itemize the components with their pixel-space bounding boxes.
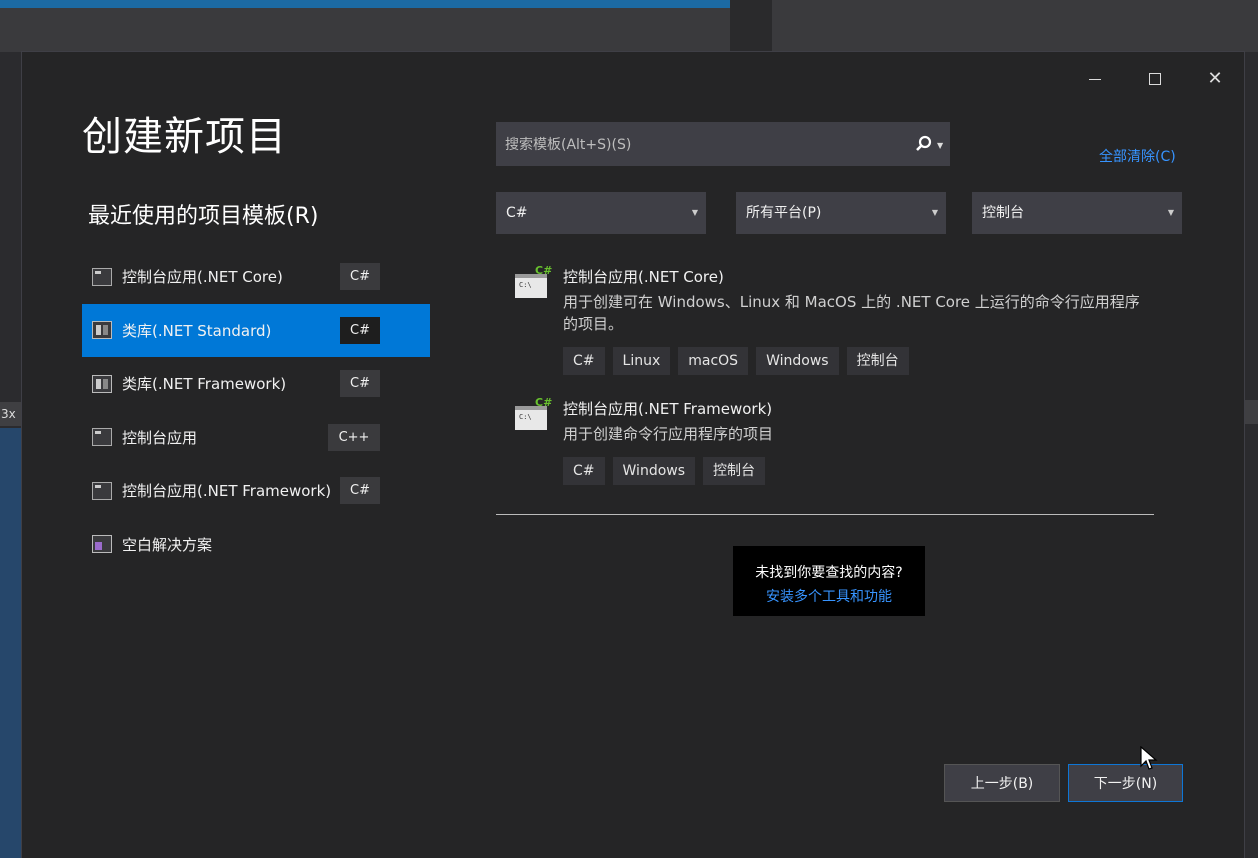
next-button[interactable]: 下一步(N) [1068,764,1183,802]
ide-background-top [0,0,730,52]
chevron-down-icon[interactable]: ▼ [937,141,943,150]
maximize-icon[interactable] [1140,64,1170,94]
console-app-icon [92,267,112,286]
template-tags: C# Windows 控制台 [563,457,766,485]
recent-item-label: 控制台应用(.NET Framework) [122,482,332,501]
ide-title-accent [0,0,730,8]
template-item-console-netframework[interactable]: C# 控制台应用(.NET Framework) 用于创建命令行应用程序的项目 … [512,396,1172,493]
ide-background-top-right [772,0,1258,52]
template-name: 控制台应用(.NET Core) [563,268,724,286]
platform-filter-value: 所有平台(P) [746,205,822,221]
class-library-icon [92,374,112,393]
console-app-icon: C# [515,396,552,430]
recent-item-classlib-netstandard[interactable]: 类库(.NET Standard) C# [82,303,430,357]
ide-background-right-tab [1244,400,1258,424]
language-filter-dropdown[interactable]: C# ▼ [496,192,706,234]
ide-background-right [1244,52,1258,858]
recent-item-label: 控制台应用(.NET Core) [122,268,283,287]
tag-badge: macOS [678,347,749,375]
language-filter-value: C# [506,205,528,221]
tag-badge: Windows [612,457,696,485]
language-badge: C# [340,263,380,291]
install-tools-link[interactable]: 安装多个工具和功能 [733,586,925,606]
not-found-question: 未找到你要查找的内容? [755,565,903,581]
language-badge: C# [340,316,380,344]
search-input[interactable] [503,123,907,167]
tag-badge: 控制台 [703,457,766,485]
recent-item-label: 空白解决方案 [122,535,213,554]
solution-icon [92,535,112,554]
tag-badge: Linux [612,347,671,375]
project-type-filter-dropdown[interactable]: 控制台 ▼ [972,192,1182,234]
close-icon[interactable]: ✕ [1200,64,1230,94]
recent-item-label: 控制台应用 [122,428,198,447]
language-badge: C# [340,477,380,505]
page-title: 创建新项目 [82,114,287,160]
template-name: 控制台应用(.NET Framework) [563,400,773,418]
recent-item-blank-solution[interactable]: 空白解决方案 [82,518,430,572]
template-description: 用于创建命令行应用程序的项目 [563,425,774,443]
console-app-icon [92,481,112,500]
recent-item-label: 类库(.NET Framework) [122,375,287,394]
chevron-down-icon: ▼ [931,208,938,217]
language-badge: C# [340,370,380,398]
tag-badge: Windows [756,347,839,375]
search-box: ▼ [496,122,950,167]
chevron-down-icon: ▼ [1167,208,1174,217]
language-badge: C++ [328,423,380,451]
tag-badge: 控制台 [846,347,909,375]
chevron-down-icon: ▼ [691,208,698,217]
back-button[interactable]: 上一步(B) [944,764,1060,802]
recent-templates-list: 控制台应用(.NET Core) C# 类库(.NET Standard) C#… [82,250,430,571]
divider [496,514,1154,515]
mouse-cursor-icon [1140,746,1158,770]
ide-background-tab: 3x [0,402,22,426]
platform-filter-dropdown[interactable]: 所有平台(P) ▼ [736,192,946,234]
not-found-panel: 未找到你要查找的内容? 安装多个工具和功能 [733,546,925,616]
console-app-icon [92,428,112,447]
class-library-icon [92,321,112,340]
recent-item-classlib-netframework[interactable]: 类库(.NET Framework) C# [82,357,430,411]
console-app-icon: C# [515,264,552,298]
template-description: 用于创建可在 Windows、Linux 和 MacOS 上的 .NET Cor… [563,293,1140,333]
project-type-filter-value: 控制台 [982,205,1024,221]
create-project-dialog: ✕ 创建新项目 最近使用的项目模板(R) 控制台应用(.NET Core) C#… [22,52,1244,858]
ide-background-divider [730,0,772,52]
template-item-console-netcore[interactable]: C# 控制台应用(.NET Core) 用于创建可在 Windows、Linux… [512,264,1172,381]
minimize-icon[interactable] [1080,64,1110,94]
template-tags: C# Linux macOS Windows 控制台 [563,347,909,375]
recent-item-console-cpp[interactable]: 控制台应用 C++ [82,411,430,465]
recent-templates-heading: 最近使用的项目模板(R) [88,204,319,229]
recent-item-console-netcore[interactable]: 控制台应用(.NET Core) C# [82,250,430,304]
ide-background-editor [0,428,22,858]
tag-badge: C# [563,347,605,375]
recent-item-console-netframework[interactable]: 控制台应用(.NET Framework) C# [82,464,430,518]
tag-badge: C# [563,457,605,485]
clear-all-link[interactable]: 全部清除(C) [1099,146,1176,166]
search-icon[interactable] [915,135,933,153]
recent-item-label: 类库(.NET Standard) [122,321,272,340]
